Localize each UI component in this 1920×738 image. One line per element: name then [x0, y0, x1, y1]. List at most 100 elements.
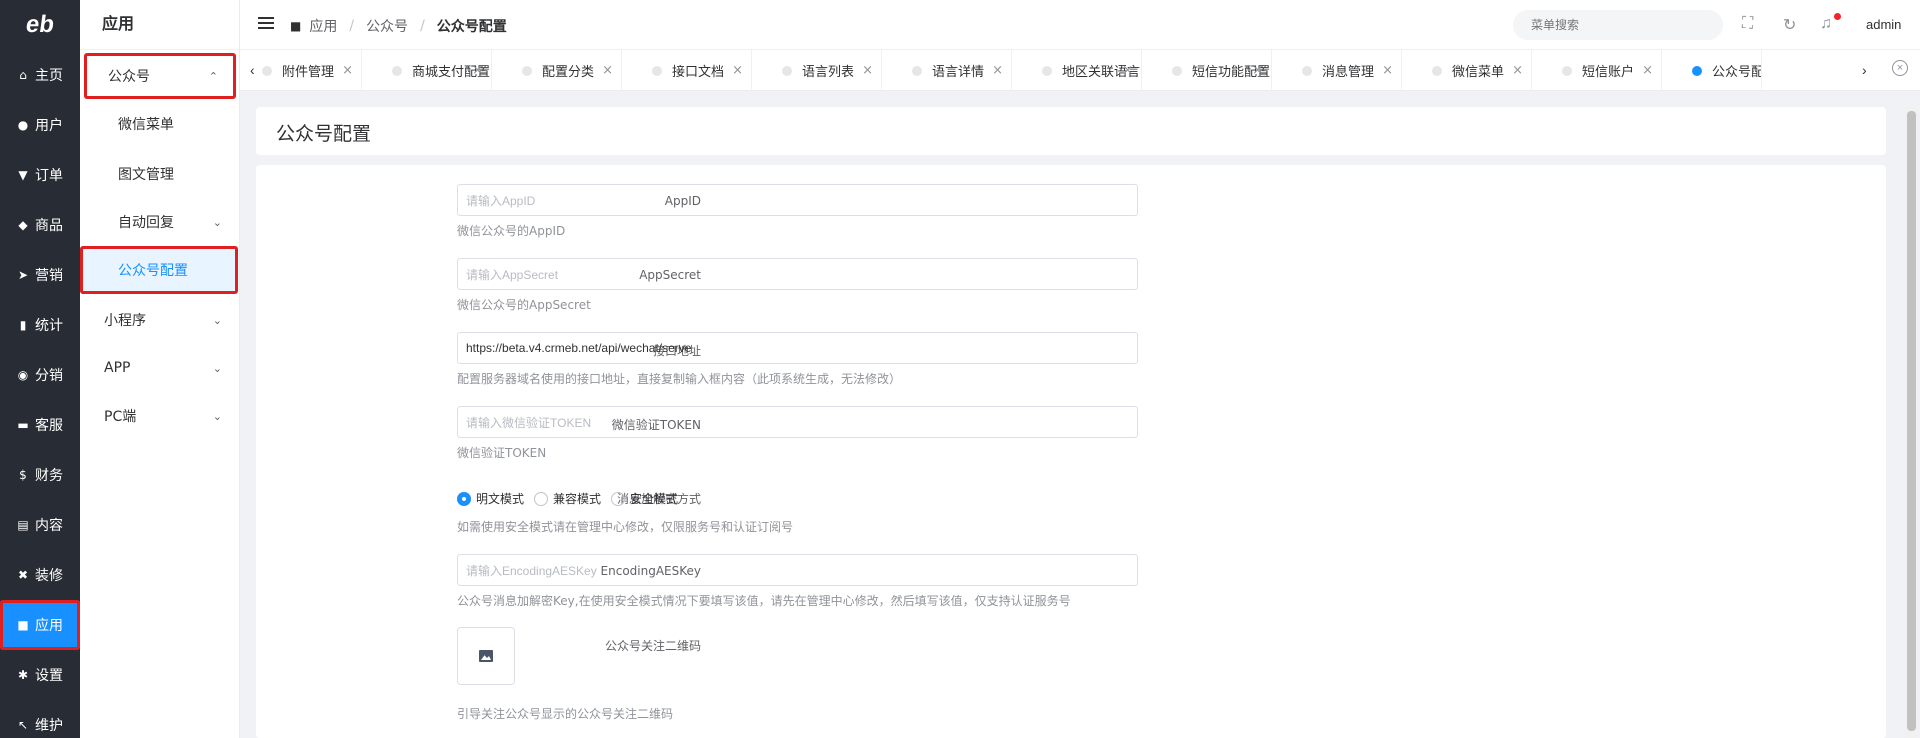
submenu-item-label: 小程序: [104, 313, 146, 329]
fullscreen-icon[interactable]: ⛶: [1742, 15, 1753, 33]
close-icon[interactable]: ×: [992, 63, 1003, 78]
radio-secure[interactable]: 安全模式: [611, 490, 678, 507]
rail-item[interactable]: ● 用户: [0, 100, 80, 150]
chevron-up-icon: ⌃: [208, 69, 218, 83]
tab[interactable]: 附件管理 ×: [232, 50, 362, 91]
tab[interactable]: 地区关联语言 ×: [1012, 50, 1142, 91]
rail-item[interactable]: ■ 应用: [0, 600, 80, 650]
appsecret-help: 微信公众号的AppSecret: [457, 298, 591, 312]
tab-status-dot: [392, 65, 402, 76]
tab[interactable]: 微信菜单 ×: [1402, 50, 1532, 91]
breadcrumb-current: 公众号配置: [436, 19, 507, 35]
tab-status-dot: [1172, 65, 1182, 76]
collapse-menu-icon[interactable]: [258, 17, 274, 31]
submenu-item-label: 微信菜单: [118, 117, 174, 133]
token-input[interactable]: 请输入微信验证TOKEN: [457, 406, 1138, 438]
rail-item[interactable]: ▤ 内容: [0, 500, 80, 550]
submenu-item[interactable]: 小程序 ⌄: [80, 296, 240, 344]
radio-circle[interactable]: [457, 491, 471, 506]
qrcode-label: 公众号关注二维码: [604, 639, 701, 653]
rail-item[interactable]: ▮ 统计: [0, 300, 80, 350]
breadcrumb-item[interactable]: 公众号: [366, 16, 408, 36]
tab-status-dot: [912, 65, 922, 76]
tab[interactable]: 商城支付配置 ×: [362, 50, 492, 91]
rail-item-label: 维护: [35, 718, 63, 734]
tab-status-dot: [1562, 65, 1572, 76]
radio-circle[interactable]: [534, 491, 549, 506]
submenu-item[interactable]: PC端 ⌄: [80, 392, 240, 440]
rail-item-label: 装修: [35, 568, 63, 584]
rail-item[interactable]: ✱ 设置: [0, 650, 80, 700]
rail-item-label: 主页: [35, 68, 63, 84]
tab[interactable]: 接口文档 ×: [622, 50, 752, 91]
submenu-item[interactable]: 自动回复 ⌄: [80, 198, 240, 246]
rail-item[interactable]: ▬ 客服: [0, 400, 80, 450]
tab[interactable]: 消息管理 ×: [1272, 50, 1402, 91]
tab[interactable]: 配置分类 ×: [492, 50, 622, 91]
close-icon[interactable]: ×: [1512, 63, 1523, 78]
tab[interactable]: 短信功能配置 ×: [1142, 50, 1272, 91]
page-scrollbar[interactable]: [1905, 107, 1918, 738]
close-icon[interactable]: ×: [732, 63, 743, 78]
api-url-input[interactable]: https://beta.v4.crmeb.net/api/wechat/ser…: [457, 332, 1138, 364]
rail-item[interactable]: ◉ 分销: [0, 350, 80, 400]
close-icon[interactable]: ×: [862, 63, 873, 78]
breadcrumb-item[interactable]: 应用: [309, 16, 337, 36]
radio-circle[interactable]: [611, 491, 626, 506]
app-logo[interactable]: eb: [0, 0, 80, 50]
appid-input[interactable]: 请输入AppID: [457, 184, 1138, 216]
aeskey-input[interactable]: 请输入EncodingAESKey: [457, 554, 1138, 586]
qrcode-upload[interactable]: [457, 627, 515, 685]
appsecret-input[interactable]: 请输入AppSecret: [457, 258, 1138, 290]
submenu-item[interactable]: 图文管理: [80, 150, 240, 198]
radio-label: 明文模式: [476, 492, 525, 506]
submenu-item[interactable]: 微信菜单: [80, 100, 240, 148]
refresh-icon[interactable]: ↻: [1783, 15, 1796, 35]
tab[interactable]: 语言详情 ×: [882, 50, 1012, 91]
tab[interactable]: 语言列表 ×: [752, 50, 882, 91]
rail-item[interactable]: ✖ 装修: [0, 550, 80, 600]
tab[interactable]: 短信账户 ×: [1532, 50, 1662, 91]
radio-compatible[interactable]: 兼容模式: [534, 490, 601, 507]
close-icon[interactable]: ×: [342, 63, 353, 78]
cart-icon: ▼: [18, 168, 28, 182]
rail-item[interactable]: ◆ 商品: [0, 200, 80, 250]
submenu-item-label: 公众号: [108, 69, 150, 85]
tab-label: 附件管理: [282, 65, 335, 80]
rail-item[interactable]: $ 财务: [0, 450, 80, 500]
config-form: AppID 请输入AppID 微信公众号的AppID AppSecret 请输入…: [256, 165, 1886, 738]
tab-label: 消息管理: [1322, 65, 1375, 80]
close-icon[interactable]: ×: [1382, 63, 1393, 78]
tools-icon: ✖: [17, 568, 29, 582]
breadcrumb-separator: /: [349, 18, 355, 34]
rail-item[interactable]: ⌂ 主页: [0, 50, 80, 100]
submenu-item-label: PC端: [104, 409, 137, 425]
submenu-item[interactable]: 公众号 ⌃: [84, 53, 236, 99]
rail-item[interactable]: ▼ 订单: [0, 150, 80, 200]
qrcode-help: 引导关注公众号显示的公众号关注二维码: [457, 707, 674, 721]
close-icon[interactable]: ×: [1642, 63, 1653, 78]
basket-icon: ◆: [18, 218, 28, 232]
tab-label: 短信账户: [1582, 65, 1635, 80]
tabs-next-icon[interactable]: ›: [1862, 62, 1867, 78]
scrollbar-thumb[interactable]: [1907, 111, 1916, 731]
close-icon[interactable]: ×: [1252, 63, 1263, 78]
appid-help: 微信公众号的AppID: [457, 224, 566, 238]
username[interactable]: admin: [1866, 17, 1901, 32]
close-icon[interactable]: ×: [1122, 63, 1133, 78]
tab-status-dot: [1432, 65, 1442, 76]
close-icon[interactable]: ×: [472, 63, 483, 78]
submenu-item[interactable]: 公众号配置: [80, 246, 238, 294]
rail-item[interactable]: ↖ 维护: [0, 700, 80, 738]
bell-icon[interactable]: ♫: [1820, 15, 1832, 33]
submenu-item[interactable]: APP ⌄: [80, 344, 240, 392]
tab[interactable]: 公众号配置: [1662, 50, 1762, 91]
radio-label: 安全模式: [630, 492, 679, 506]
menu-search-input[interactable]: [1513, 10, 1723, 40]
rail-item[interactable]: ➤ 营销: [0, 250, 80, 300]
breadcrumb: ■ 应用 / 公众号 / 公众号配置: [290, 16, 507, 36]
close-icon[interactable]: ×: [602, 63, 613, 78]
close-all-tabs-icon[interactable]: ×: [1892, 60, 1908, 76]
radio-plaintext[interactable]: 明文模式: [457, 490, 524, 507]
tab-status-dot: [1692, 65, 1702, 76]
